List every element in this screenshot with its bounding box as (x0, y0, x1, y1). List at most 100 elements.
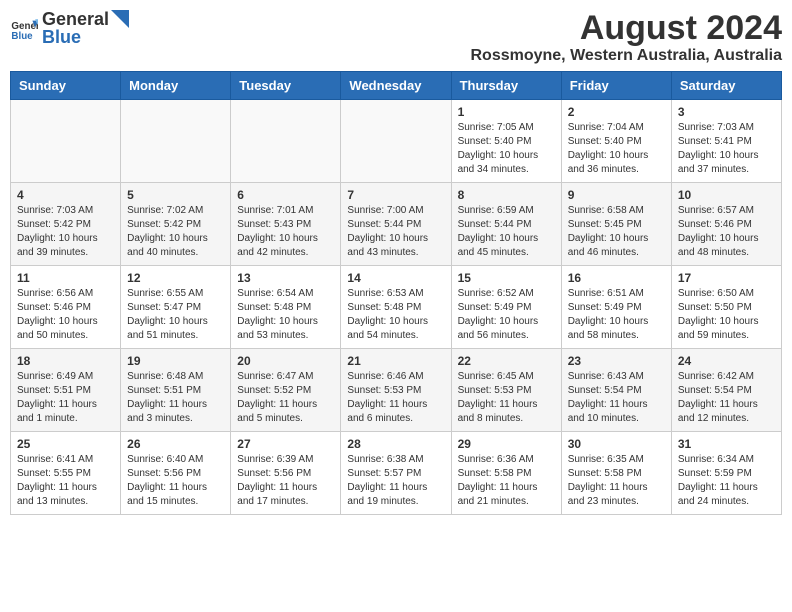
day-info: Sunrise: 7:03 AMSunset: 5:41 PMDaylight:… (678, 121, 775, 177)
day-info: Sunrise: 6:52 AMSunset: 5:49 PMDaylight:… (458, 287, 555, 343)
title-block: August 2024 Rossmoyne, Western Australia… (470, 10, 782, 65)
day-number: 16 (568, 271, 665, 285)
calendar-cell: 5 Sunrise: 7:02 AMSunset: 5:42 PMDaylight… (121, 183, 231, 266)
day-info: Sunrise: 6:45 AMSunset: 5:53 PMDaylight:… (458, 370, 555, 426)
day-info: Sunrise: 7:03 AMSunset: 5:42 PMDaylight:… (17, 204, 114, 260)
calendar-week-row: 18 Sunrise: 6:49 AMSunset: 5:51 PMDayligh… (11, 349, 782, 432)
calendar-cell (121, 100, 231, 183)
day-number: 9 (568, 188, 665, 202)
day-info: Sunrise: 6:42 AMSunset: 5:54 PMDaylight:… (678, 370, 775, 426)
calendar-cell: 15 Sunrise: 6:52 AMSunset: 5:49 PMDayligh… (451, 266, 561, 349)
calendar-subtitle: Rossmoyne, Western Australia, Australia (470, 47, 782, 65)
day-number: 26 (127, 437, 224, 451)
day-info: Sunrise: 7:00 AMSunset: 5:44 PMDaylight:… (347, 204, 444, 260)
calendar-cell: 2 Sunrise: 7:04 AMSunset: 5:40 PMDaylight… (561, 100, 671, 183)
calendar-cell: 6Sunrise: 7:01 AMSunset: 5:43 PMDaylight… (231, 183, 341, 266)
calendar-cell: 24 Sunrise: 6:42 AMSunset: 5:54 PMDayligh… (671, 349, 781, 432)
calendar-cell: 4 Sunrise: 7:03 AMSunset: 5:42 PMDaylight… (11, 183, 121, 266)
calendar-cell: 9 Sunrise: 6:58 AMSunset: 5:45 PMDaylight… (561, 183, 671, 266)
day-number: 2 (568, 105, 665, 119)
day-number: 19 (127, 354, 224, 368)
day-number: 21 (347, 354, 444, 368)
calendar-week-row: 11Sunrise: 6:56 AMSunset: 5:46 PMDayligh… (11, 266, 782, 349)
calendar-cell: 23 Sunrise: 6:43 AMSunset: 5:54 PMDayligh… (561, 349, 671, 432)
day-info: Sunrise: 6:48 AMSunset: 5:51 PMDaylight:… (127, 370, 224, 426)
day-info: Sunrise: 6:51 AMSunset: 5:49 PMDaylight:… (568, 287, 665, 343)
calendar-cell: 29 Sunrise: 6:36 AMSunset: 5:58 PMDayligh… (451, 432, 561, 515)
day-info: Sunrise: 6:49 AMSunset: 5:51 PMDaylight:… (17, 370, 114, 426)
calendar-cell: 7 Sunrise: 7:00 AMSunset: 5:44 PMDaylight… (341, 183, 451, 266)
day-info: Sunrise: 6:40 AMSunset: 5:56 PMDaylight:… (127, 453, 224, 509)
day-number: 27 (237, 437, 334, 451)
day-header-friday: Friday (561, 72, 671, 100)
calendar-cell: 12Sunrise: 6:55 AMSunset: 5:47 PMDayligh… (121, 266, 231, 349)
calendar-cell: 18 Sunrise: 6:49 AMSunset: 5:51 PMDayligh… (11, 349, 121, 432)
logo-triangle-icon (111, 10, 129, 28)
day-info: Sunrise: 7:02 AMSunset: 5:42 PMDaylight:… (127, 204, 224, 260)
calendar-cell: 31 Sunrise: 6:34 AMSunset: 5:59 PMDayligh… (671, 432, 781, 515)
calendar-cell (341, 100, 451, 183)
day-info: Sunrise: 7:04 AMSunset: 5:40 PMDaylight:… (568, 121, 665, 177)
calendar-cell: 10Sunrise: 6:57 AMSunset: 5:46 PMDayligh… (671, 183, 781, 266)
day-header-sunday: Sunday (11, 72, 121, 100)
day-number: 20 (237, 354, 334, 368)
day-info: Sunrise: 6:34 AMSunset: 5:59 PMDaylight:… (678, 453, 775, 509)
day-number: 1 (458, 105, 555, 119)
day-number: 11 (17, 271, 114, 285)
calendar-cell: 30 Sunrise: 6:35 AMSunset: 5:58 PMDayligh… (561, 432, 671, 515)
day-number: 24 (678, 354, 775, 368)
calendar-cell: 17 Sunrise: 6:50 AMSunset: 5:50 PMDayligh… (671, 266, 781, 349)
day-info: Sunrise: 6:38 AMSunset: 5:57 PMDaylight:… (347, 453, 444, 509)
calendar-cell: 11Sunrise: 6:56 AMSunset: 5:46 PMDayligh… (11, 266, 121, 349)
day-number: 18 (17, 354, 114, 368)
day-info: Sunrise: 6:36 AMSunset: 5:58 PMDaylight:… (458, 453, 555, 509)
day-info: Sunrise: 6:50 AMSunset: 5:50 PMDaylight:… (678, 287, 775, 343)
day-number: 17 (678, 271, 775, 285)
day-info: Sunrise: 6:41 AMSunset: 5:55 PMDaylight:… (17, 453, 114, 509)
day-info: Sunrise: 6:59 AMSunset: 5:44 PMDaylight:… (458, 204, 555, 260)
day-number: 15 (458, 271, 555, 285)
day-number: 8 (458, 188, 555, 202)
day-info: Sunrise: 6:43 AMSunset: 5:54 PMDaylight:… (568, 370, 665, 426)
day-info: Sunrise: 6:53 AMSunset: 5:48 PMDaylight:… (347, 287, 444, 343)
calendar-cell: 27Sunrise: 6:39 AMSunset: 5:56 PMDayligh… (231, 432, 341, 515)
calendar-cell: 26 Sunrise: 6:40 AMSunset: 5:56 PMDayligh… (121, 432, 231, 515)
calendar-cell: 8 Sunrise: 6:59 AMSunset: 5:44 PMDaylight… (451, 183, 561, 266)
day-info: Sunrise: 7:05 AMSunset: 5:40 PMDaylight:… (458, 121, 555, 177)
day-info: Sunrise: 6:46 AMSunset: 5:53 PMDaylight:… (347, 370, 444, 426)
day-number: 23 (568, 354, 665, 368)
logo-text-general: General (42, 10, 109, 28)
calendar-cell: 28Sunrise: 6:38 AMSunset: 5:57 PMDayligh… (341, 432, 451, 515)
calendar-cell: 21 Sunrise: 6:46 AMSunset: 5:53 PMDayligh… (341, 349, 451, 432)
day-number: 4 (17, 188, 114, 202)
day-number: 12 (127, 271, 224, 285)
day-number: 7 (347, 188, 444, 202)
day-number: 5 (127, 188, 224, 202)
day-number: 31 (678, 437, 775, 451)
calendar-cell: 1 Sunrise: 7:05 AMSunset: 5:40 PMDaylight… (451, 100, 561, 183)
day-info: Sunrise: 6:58 AMSunset: 5:45 PMDaylight:… (568, 204, 665, 260)
day-number: 30 (568, 437, 665, 451)
calendar-cell (231, 100, 341, 183)
calendar-week-row: 4 Sunrise: 7:03 AMSunset: 5:42 PMDaylight… (11, 183, 782, 266)
calendar-cell: 16 Sunrise: 6:51 AMSunset: 5:49 PMDayligh… (561, 266, 671, 349)
day-number: 13 (237, 271, 334, 285)
day-info: Sunrise: 6:57 AMSunset: 5:46 PMDaylight:… (678, 204, 775, 260)
calendar-table: SundayMondayTuesdayWednesdayThursdayFrid… (10, 71, 782, 515)
day-number: 29 (458, 437, 555, 451)
svg-text:Blue: Blue (11, 31, 33, 42)
calendar-cell (11, 100, 121, 183)
day-info: Sunrise: 6:35 AMSunset: 5:58 PMDaylight:… (568, 453, 665, 509)
calendar-cell: 14Sunrise: 6:53 AMSunset: 5:48 PMDayligh… (341, 266, 451, 349)
logo: General Blue General Blue (10, 10, 129, 48)
day-header-saturday: Saturday (671, 72, 781, 100)
day-info: Sunrise: 7:01 AMSunset: 5:43 PMDaylight:… (237, 204, 334, 260)
day-header-monday: Monday (121, 72, 231, 100)
day-info: Sunrise: 6:54 AMSunset: 5:48 PMDaylight:… (237, 287, 334, 343)
day-header-tuesday: Tuesday (231, 72, 341, 100)
logo-text-blue: Blue (42, 27, 81, 47)
calendar-cell: 22Sunrise: 6:45 AMSunset: 5:53 PMDayligh… (451, 349, 561, 432)
calendar-cell: 19 Sunrise: 6:48 AMSunset: 5:51 PMDayligh… (121, 349, 231, 432)
calendar-cell: 25Sunrise: 6:41 AMSunset: 5:55 PMDayligh… (11, 432, 121, 515)
day-number: 3 (678, 105, 775, 119)
